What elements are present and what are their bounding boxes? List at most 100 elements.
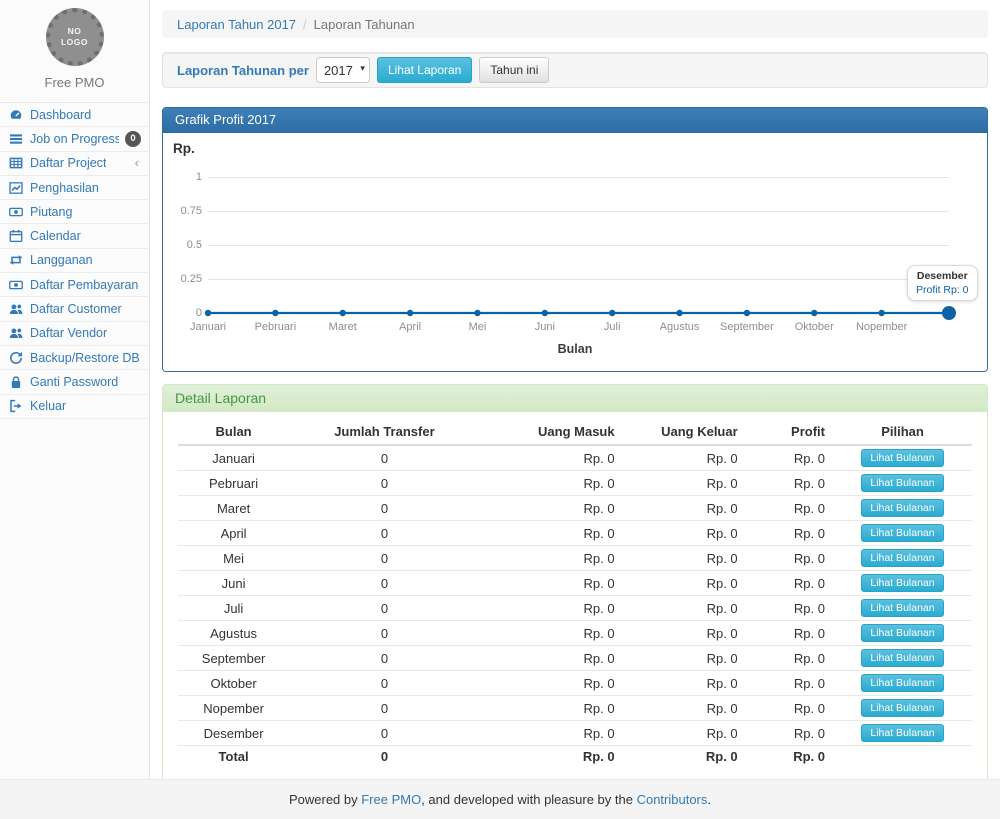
table-cell: Rp. 0 [480, 621, 623, 646]
year-select-wrap: 2017 [316, 57, 370, 83]
total-cell: Rp. 0 [746, 746, 833, 768]
breadcrumb-link[interactable]: Laporan Tahun 2017 [177, 17, 296, 32]
detail-laporan-panel: Detail Laporan BulanJumlah TransferUang … [162, 384, 988, 779]
report-panel-title: Detail Laporan [163, 385, 987, 412]
table-cell-action: Lihat Bulanan [833, 721, 972, 746]
chevron-left-icon: ‹ [135, 158, 141, 168]
table-cell: Rp. 0 [746, 471, 833, 496]
sidebar-item-label: Ganti Password [30, 375, 118, 389]
table-cell-action: Lihat Bulanan [833, 471, 972, 496]
table-row: Nopember0Rp. 0Rp. 0Rp. 0Lihat Bulanan [178, 696, 972, 721]
lihat-bulanan-button[interactable]: Lihat Bulanan [861, 674, 943, 692]
lihat-bulanan-button[interactable]: Lihat Bulanan [861, 549, 943, 567]
footer-suffix: . [707, 792, 711, 807]
table-cell: Rp. 0 [746, 445, 833, 471]
sidebar-item-dashboard[interactable]: Dashboard [0, 103, 149, 127]
lihat-bulanan-button[interactable]: Lihat Bulanan [861, 474, 943, 492]
sidebar-item-job-on-progress[interactable]: Job on Progress0 [0, 127, 149, 151]
table-cell: Rp. 0 [480, 571, 623, 596]
table-cell: Rp. 0 [746, 596, 833, 621]
brand-name: Free PMO [0, 75, 149, 90]
chart-tooltip: Desember Profit Rp: 0 [907, 265, 978, 301]
table-cell: Rp. 0 [623, 596, 746, 621]
year-filter-bar: Laporan Tahunan per 2017 Lihat Laporan T… [162, 52, 988, 88]
sidebar-item-daftar-customer[interactable]: Daftar Customer [0, 297, 149, 321]
table-row: Januari0Rp. 0Rp. 0Rp. 0Lihat Bulanan [178, 445, 972, 471]
lihat-bulanan-button[interactable]: Lihat Bulanan [861, 574, 943, 592]
table-cell: 0 [289, 671, 480, 696]
table-cell: Rp. 0 [746, 546, 833, 571]
table-cell: Rp. 0 [746, 571, 833, 596]
main-layout: NO LOGO Free PMO DashboardJob on Progres… [0, 0, 1000, 779]
table-cell: Maret [178, 496, 289, 521]
lihat-bulanan-button[interactable]: Lihat Bulanan [861, 449, 943, 467]
sidebar-item-label: Daftar Customer [30, 302, 122, 316]
lihat-bulanan-button[interactable]: Lihat Bulanan [861, 524, 943, 542]
sidebar-item-backup-restore-db[interactable]: Backup/Restore DB [0, 346, 149, 370]
table-cell-action: Lihat Bulanan [833, 696, 972, 721]
lihat-bulanan-button[interactable]: Lihat Bulanan [861, 724, 943, 742]
table-cell-action: Lihat Bulanan [833, 546, 972, 571]
table-cell-action: Lihat Bulanan [833, 571, 972, 596]
table-cell: 0 [289, 471, 480, 496]
no-logo-badge: NO LOGO [46, 8, 104, 66]
lihat-bulanan-button[interactable]: Lihat Bulanan [861, 624, 943, 642]
sidebar-item-ganti-password[interactable]: Ganti Password [0, 370, 149, 394]
table-cell: Januari [178, 445, 289, 471]
tahun-ini-button[interactable]: Tahun ini [479, 57, 549, 83]
sidebar-item-keluar[interactable]: Keluar [0, 395, 149, 419]
sidebar-item-label: Job on Progress [30, 132, 119, 146]
table-row: Juli0Rp. 0Rp. 0Rp. 0Lihat Bulanan [178, 596, 972, 621]
column-header: Uang Masuk [480, 420, 623, 445]
sidebar-item-calendar[interactable]: Calendar [0, 224, 149, 248]
table-cell: 0 [289, 521, 480, 546]
contributors-link[interactable]: Contributors [637, 792, 708, 807]
table-cell: Rp. 0 [623, 445, 746, 471]
table-cell: Rp. 0 [623, 621, 746, 646]
lihat-bulanan-button[interactable]: Lihat Bulanan [861, 499, 943, 517]
table-cell: Oktober [178, 671, 289, 696]
sidebar-item-langganan[interactable]: Langganan [0, 249, 149, 273]
lihat-laporan-button[interactable]: Lihat Laporan [377, 57, 472, 83]
free-pmo-link[interactable]: Free PMO [361, 792, 421, 807]
table-cell: Rp. 0 [480, 445, 623, 471]
sidebar-item-piutang[interactable]: Piutang [0, 200, 149, 224]
breadcrumb-current: Laporan Tahunan [314, 17, 415, 32]
table-cell: Rp. 0 [480, 496, 623, 521]
table-cell-action: Lihat Bulanan [833, 621, 972, 646]
year-select[interactable]: 2017 [316, 57, 370, 83]
sidebar-item-label: Piutang [30, 205, 72, 219]
report-table-head-row: BulanJumlah TransferUang MasukUang Kelua… [178, 420, 972, 445]
sidebar-item-label: Calendar [30, 229, 81, 243]
sidebar-item-daftar-pembayaran[interactable]: Daftar Pembayaran [0, 273, 149, 297]
table-cell-action: Lihat Bulanan [833, 445, 972, 471]
table-cell: 0 [289, 546, 480, 571]
table-row: September0Rp. 0Rp. 0Rp. 0Lihat Bulanan [178, 646, 972, 671]
table-cell: Agustus [178, 621, 289, 646]
sidebar-item-label: Daftar Project [30, 156, 106, 170]
table-cell: Rp. 0 [623, 646, 746, 671]
table-cell: Rp. 0 [480, 646, 623, 671]
sidebar-item-label: Penghasilan [30, 181, 99, 195]
table-cell: Juni [178, 571, 289, 596]
table-cell: Rp. 0 [623, 546, 746, 571]
lihat-bulanan-button[interactable]: Lihat Bulanan [861, 599, 943, 617]
table-cell: Rp. 0 [623, 471, 746, 496]
breadcrumb: Laporan Tahun 2017 / Laporan Tahunan [162, 10, 988, 38]
table-icon [9, 156, 24, 170]
retweet-icon [9, 253, 24, 267]
lihat-bulanan-button[interactable]: Lihat Bulanan [861, 699, 943, 717]
table-cell: Rp. 0 [480, 696, 623, 721]
profit-line-series [163, 133, 987, 371]
table-cell-action: Lihat Bulanan [833, 646, 972, 671]
lihat-bulanan-button[interactable]: Lihat Bulanan [861, 649, 943, 667]
refresh-icon [9, 351, 24, 365]
users-icon [9, 326, 24, 340]
sidebar-item-daftar-vendor[interactable]: Daftar Vendor [0, 322, 149, 346]
sidebar-item-daftar-project[interactable]: Daftar Project ‹ [0, 152, 149, 176]
line-chart-icon [9, 181, 24, 195]
sidebar-item-penghasilan[interactable]: Penghasilan [0, 176, 149, 200]
table-cell: Rp. 0 [480, 546, 623, 571]
sidebar-item-label: Daftar Pembayaran [30, 278, 138, 292]
sidebar-item-label: Keluar [30, 399, 66, 413]
